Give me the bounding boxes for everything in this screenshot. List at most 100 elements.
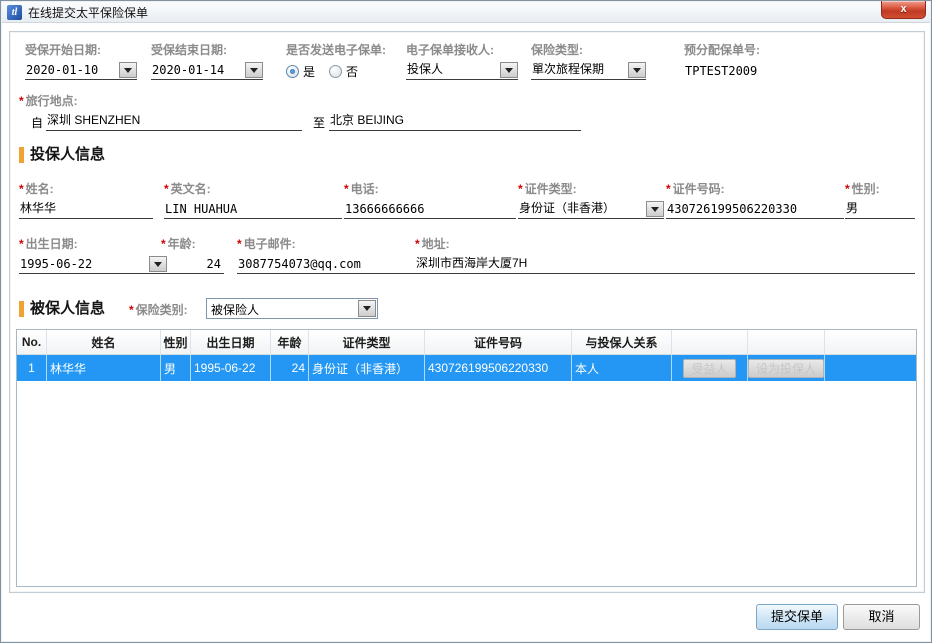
epolicy-receiver-label: 电子保单接收人:	[406, 41, 518, 57]
form-panel: 受保开始日期: 2020-01-10 受保结束日期: 2020-01-14 是否…	[9, 31, 925, 593]
header-name[interactable]: 姓名	[47, 330, 161, 354]
cell-birth: 1995-06-22	[191, 355, 271, 381]
radio-no-icon[interactable]	[329, 65, 342, 78]
email-label: 电子邮件:	[244, 237, 296, 251]
radio-no[interactable]: 否	[329, 63, 358, 80]
applicant-section-title: 投保人信息	[30, 143, 105, 164]
set-as-applicant-button[interactable]: 设为投保人	[748, 359, 824, 378]
radio-yes[interactable]: 是	[286, 63, 315, 80]
required-asterisk: *	[19, 237, 24, 251]
cell-filler	[825, 355, 916, 381]
coverage-end-date-combo[interactable]: 2020-01-14	[151, 60, 263, 80]
send-epolicy-field: 是否发送电子保单: 是 否	[286, 41, 404, 80]
cell-age: 24	[271, 355, 309, 381]
chevron-down-icon	[633, 68, 641, 73]
header-set-applicant-col	[748, 330, 825, 354]
policy-number-value: TPTEST2009	[685, 64, 757, 78]
header-id-number[interactable]: 证件号码	[425, 330, 572, 354]
beneficiary-button[interactable]: 受益人	[683, 359, 735, 378]
address-input[interactable]: 深圳市西海岸大厦7H	[415, 254, 915, 274]
chevron-down-icon	[651, 207, 659, 212]
required-asterisk: *	[344, 182, 349, 196]
coverage-start-dropdown-button[interactable]	[119, 62, 137, 78]
required-asterisk: *	[415, 237, 420, 251]
id-number-label: 证件号码:	[673, 182, 725, 196]
email-field: * 电子邮件: 3087754073@qq.com	[237, 235, 417, 274]
cell-id-type: 身份证（非香港）	[309, 355, 425, 381]
age-input[interactable]: 24	[161, 254, 224, 274]
phone-input[interactable]: 13666666666	[344, 199, 516, 219]
name-input[interactable]: 林华华	[19, 199, 153, 219]
english-name-field: *英文名: LIN HUAHUA	[164, 180, 342, 219]
required-asterisk: *	[518, 182, 523, 196]
header-gender[interactable]: 性别	[161, 330, 191, 354]
coverage-start-date-label: 受保开始日期:	[25, 41, 137, 57]
birth-date-label: 出生日期:	[26, 237, 78, 251]
travel-location-field: *旅行地点:	[19, 92, 78, 108]
submit-policy-button[interactable]: 提交保单	[756, 604, 838, 630]
table-row[interactable]: 1 林华华 男 1995-06-22 24 身份证（非香港） 430726199…	[17, 355, 916, 381]
id-type-combo[interactable]: 身份证（非香港）	[518, 199, 664, 219]
coverage-end-dropdown-button[interactable]	[245, 62, 263, 78]
travel-location-label: 旅行地点:	[26, 94, 78, 108]
policy-number-label: 预分配保单号:	[684, 41, 824, 57]
travel-from-input[interactable]: 深圳 SHENZHEN	[46, 111, 302, 131]
radio-yes-label: 是	[303, 63, 315, 80]
epolicy-receiver-dropdown-button[interactable]	[500, 62, 518, 78]
required-asterisk: *	[19, 182, 24, 196]
header-no[interactable]: No.	[17, 330, 47, 354]
epolicy-receiver-combo[interactable]: 投保人	[406, 60, 518, 80]
cancel-button[interactable]: 取消	[843, 604, 920, 630]
cell-name: 林华华	[47, 355, 161, 381]
age-field: *年龄: 24	[161, 235, 224, 274]
cell-relation: 本人	[572, 355, 672, 381]
required-asterisk: *	[19, 94, 24, 108]
id-type-label: 证件类型:	[525, 182, 577, 196]
travel-to-field: 北京 BEIJING	[329, 108, 581, 131]
chevron-down-icon	[363, 306, 371, 311]
header-id-type[interactable]: 证件类型	[309, 330, 425, 354]
chevron-down-icon	[505, 68, 513, 73]
insurance-category-dropdown-button[interactable]	[358, 300, 376, 317]
header-filler-col	[825, 330, 916, 354]
email-input[interactable]: 3087754073@qq.com	[237, 254, 417, 274]
required-asterisk: *	[164, 182, 169, 196]
cell-id-number: 430726199506220330	[425, 355, 572, 381]
header-birth[interactable]: 出生日期	[191, 330, 271, 354]
id-number-input[interactable]: 430726199506220330	[666, 199, 844, 219]
dialog-window: tl 在线提交太平保险保单 x 受保开始日期: 2020-01-10 受保结束日…	[0, 0, 932, 643]
insurance-category-combo[interactable]: 被保险人	[206, 298, 378, 319]
coverage-start-date-combo[interactable]: 2020-01-10	[25, 60, 137, 80]
chevron-down-icon	[250, 68, 258, 73]
travel-from-label: 自	[31, 114, 43, 131]
phone-field: *电话: 13666666666	[344, 180, 516, 219]
close-button[interactable]: x	[881, 1, 926, 19]
coverage-start-date-field: 受保开始日期: 2020-01-10	[25, 41, 137, 80]
radio-yes-icon[interactable]	[286, 65, 299, 78]
id-type-dropdown-button[interactable]	[646, 201, 664, 217]
name-label: 姓名:	[26, 182, 54, 196]
travel-to-input[interactable]: 北京 BEIJING	[329, 111, 581, 131]
phone-label: 电话:	[351, 182, 379, 196]
gender-field: *性别: 男	[845, 180, 915, 219]
title-bar: tl 在线提交太平保险保单	[2, 2, 930, 23]
send-epolicy-label: 是否发送电子保单:	[286, 41, 404, 57]
radio-no-label: 否	[346, 63, 358, 80]
name-field: *姓名: 林华华	[19, 180, 153, 219]
required-asterisk: *	[129, 303, 134, 317]
header-age[interactable]: 年龄	[271, 330, 309, 354]
id-type-field: *证件类型: 身份证（非香港）	[518, 180, 664, 219]
header-relation[interactable]: 与投保人关系	[572, 330, 672, 354]
insurance-type-combo[interactable]: 單次旅程保期	[531, 60, 646, 80]
birth-date-combo[interactable]: 1995-06-22	[19, 254, 167, 274]
chevron-down-icon	[124, 68, 132, 73]
header-beneficiary-col	[672, 330, 748, 354]
gender-input[interactable]: 男	[845, 199, 915, 219]
address-label: 地址:	[422, 237, 450, 251]
insurance-category-field: *保险类别:	[129, 301, 188, 317]
english-name-label: 英文名:	[171, 182, 211, 196]
address-field: *地址: 深圳市西海岸大厦7H	[415, 235, 915, 274]
insurance-type-dropdown-button[interactable]	[628, 62, 646, 78]
insurance-category-label: 保险类别:	[136, 303, 188, 317]
english-name-input[interactable]: LIN HUAHUA	[164, 199, 342, 219]
